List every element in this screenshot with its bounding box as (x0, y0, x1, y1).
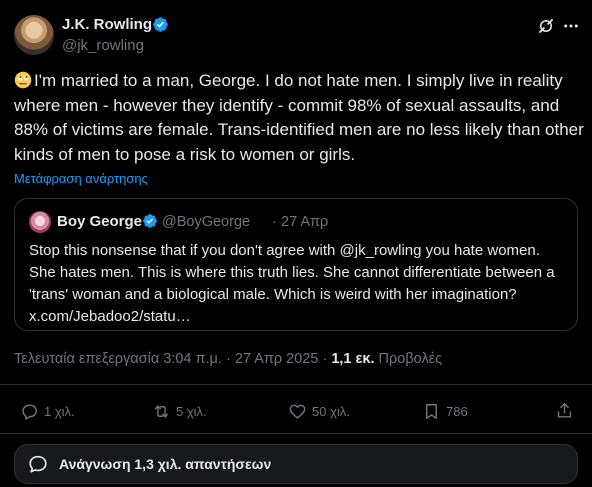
bookmark-count: 786 (446, 403, 468, 419)
quote-verified-badge-icon (143, 214, 157, 228)
post-date[interactable]: 27 Απρ 2025 (235, 351, 319, 367)
post-time[interactable]: 3:04 π.μ. (163, 351, 222, 367)
author-avatar[interactable] (14, 15, 54, 55)
more-options-icon[interactable] (562, 17, 580, 35)
divider-bottom (0, 433, 592, 434)
quote-separator: · (272, 214, 277, 230)
tweet-meta: Τελευταία επεξεργασία 3:04 π.μ. · 27 Απρ… (14, 351, 442, 367)
verified-badge-icon (153, 17, 168, 32)
like-count: 50 χιλ. (312, 403, 350, 419)
bookmark-button[interactable]: 786 (422, 398, 468, 424)
tweet-text: I'm married to a man, George. I do not h… (14, 69, 584, 167)
like-button[interactable]: 50 χιλ. (288, 398, 350, 424)
quote-text: Stop this nonsense that if you don't agr… (29, 242, 555, 325)
tweet-text-content: I'm married to a man, George. I do not h… (14, 71, 584, 164)
quote-author-avatar (29, 211, 51, 233)
translate-post-link[interactable]: Μετάφραση ανάρτησης (14, 171, 148, 186)
share-icon[interactable] (555, 401, 574, 420)
views-label: Προβολές (378, 351, 443, 367)
quoted-tweet-card[interactable]: Boy George @BoyGeorge · 27 Απρ Stop this… (14, 198, 578, 331)
read-replies-button[interactable]: Ανάγνωση 1,3 χιλ. απαντήσεων (14, 444, 578, 484)
speech-bubble-icon (29, 455, 47, 473)
divider-top (0, 384, 592, 385)
repost-icon (154, 404, 169, 418)
reply-icon (22, 403, 37, 420)
meta-separator-2: · (322, 351, 328, 367)
repost-count: 5 χιλ. (176, 403, 207, 419)
views-count: 1,1 εκ. (331, 351, 375, 367)
repost-button[interactable]: 5 χιλ. (152, 398, 207, 424)
quote-author-handle: @BoyGeorge (162, 214, 251, 230)
heart-icon (289, 404, 306, 419)
edited-label[interactable]: Τελευταία επεξεργασία (14, 351, 159, 367)
reply-button[interactable]: 1 χιλ. (20, 398, 75, 424)
rolling-eyes-emoji-icon (14, 71, 32, 89)
bookmark-icon (426, 403, 437, 419)
author-handle[interactable]: @jk_rowling (62, 37, 144, 54)
quote-timestamp: 27 Απρ (281, 214, 329, 230)
reply-count: 1 χιλ. (44, 403, 75, 419)
quote-author-display-name: Boy George (57, 213, 143, 230)
read-replies-label: Ανάγνωση 1,3 χιλ. απαντήσεων (59, 456, 272, 472)
grok-icon[interactable] (537, 17, 555, 35)
author-display-name[interactable]: J.K. Rowling (62, 16, 152, 33)
meta-separator: · (225, 351, 231, 367)
